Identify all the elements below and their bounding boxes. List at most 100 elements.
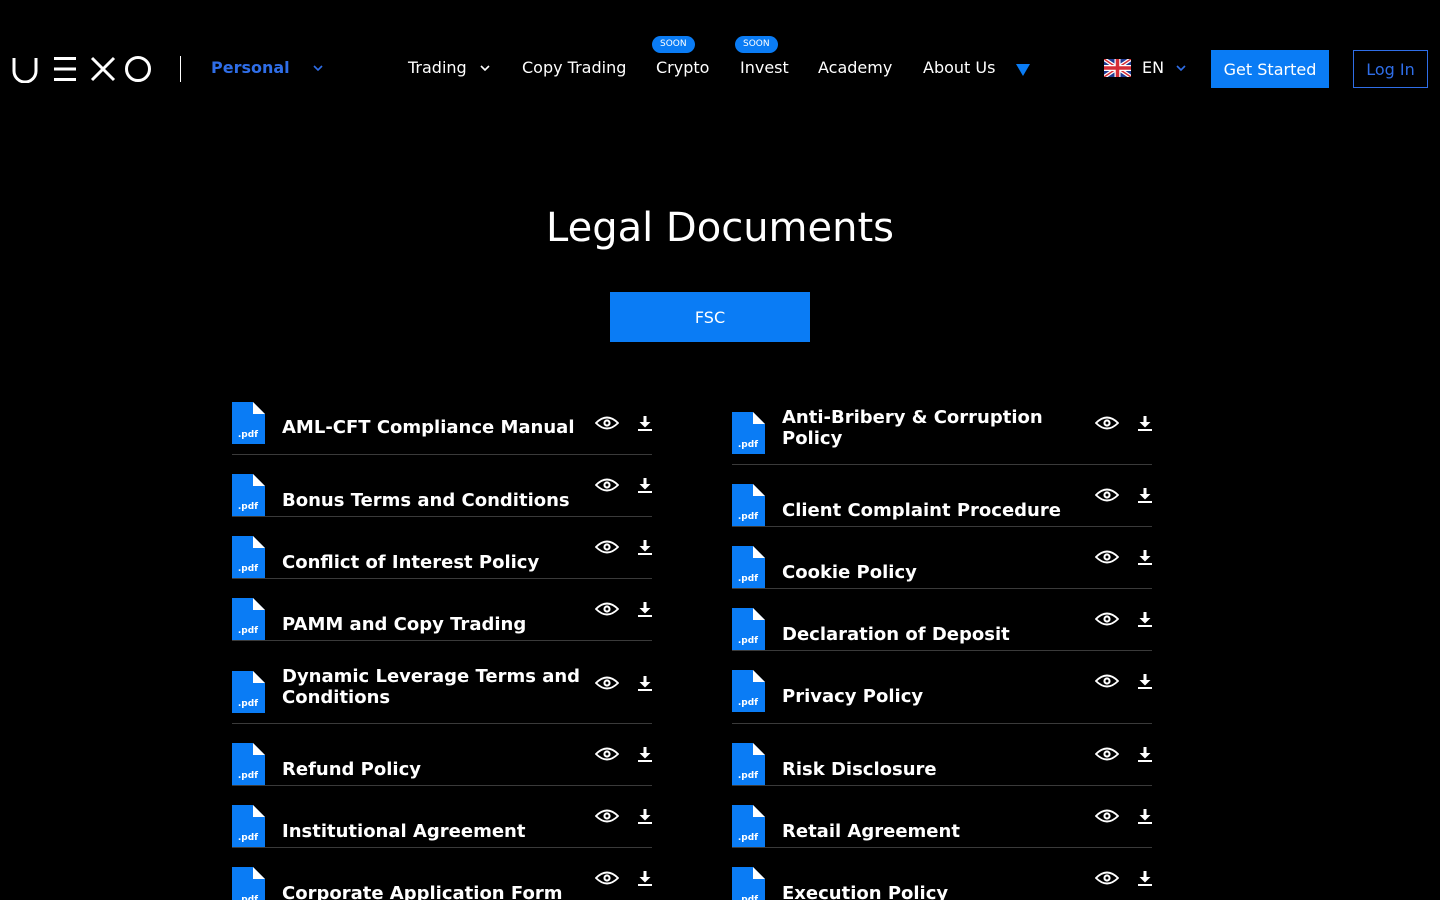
nav-academy-label: Academy [818,58,893,77]
download-icon[interactable] [1138,870,1152,886]
nav-invest[interactable]: SOON Invest [735,36,789,77]
download-icon[interactable] [1138,673,1152,689]
nav-trading[interactable]: Trading [408,58,491,77]
download-icon[interactable] [1138,746,1152,762]
document-title[interactable]: Bonus Terms and Conditions [282,490,582,511]
triangle-down-icon[interactable] [1015,63,1031,77]
pdf-file-icon: .pdf [232,805,265,847]
nav-invest-label: Invest [740,58,789,77]
document-title[interactable]: PAMM and Copy Trading [282,614,582,635]
eye-icon[interactable] [595,675,619,691]
download-icon[interactable] [1138,808,1152,824]
pdf-file-icon: .pdf [732,608,765,650]
nav-copy-trading[interactable]: Copy Trading [522,58,626,77]
document-title[interactable]: Privacy Policy [782,686,1082,707]
eye-icon[interactable] [595,808,619,824]
document-title[interactable]: Client Complaint Procedure [782,500,1082,521]
document-row: .pdf Cookie Policy [732,527,1152,589]
soon-badge: SOON [735,36,778,53]
eye-icon[interactable] [1095,746,1119,762]
eye-icon[interactable] [1095,487,1119,503]
document-title[interactable]: Risk Disclosure [782,759,1082,780]
document-title[interactable]: AML-CFT Compliance Manual [282,417,582,438]
document-row: .pdf Corporate Application Form [232,848,652,900]
eye-icon[interactable] [1095,549,1119,565]
download-icon[interactable] [638,675,652,691]
pdf-file-icon: .pdf [732,670,765,712]
get-started-button[interactable]: Get Started [1211,50,1329,88]
pdf-file-icon: .pdf [232,671,265,713]
nav-crypto-label: Crypto [656,58,710,77]
pdf-file-icon: .pdf [232,743,265,785]
pdf-file-icon: .pdf [232,474,265,516]
download-icon[interactable] [638,601,652,617]
chevron-down-icon [1175,62,1187,74]
document-title[interactable]: Anti-Bribery & Corruption Policy [782,407,1082,449]
document-title[interactable]: Execution Policy [782,883,1082,900]
nav-trading-label: Trading [408,58,467,77]
nav-academy[interactable]: Academy [818,58,892,77]
eye-icon[interactable] [595,601,619,617]
persona-label: Personal [211,58,290,77]
tab-fsc[interactable]: FSC [610,292,810,342]
persona-dropdown[interactable]: Personal [211,58,324,77]
document-row: .pdf Execution Policy [732,848,1152,900]
site-header: Personal Trading Copy Trading SOON Crypt… [0,0,1440,137]
eye-icon[interactable] [1095,808,1119,824]
svg-text:.pdf: .pdf [738,512,758,522]
document-title[interactable]: Retail Agreement [782,821,1082,842]
svg-text:.pdf: .pdf [738,895,758,900]
download-icon[interactable] [1138,487,1152,503]
nav-about-us-label: About Us [923,58,996,77]
document-title[interactable]: Conflict of Interest Policy [282,552,582,573]
nav-about-us[interactable]: About Us [923,58,995,77]
eye-icon[interactable] [1095,673,1119,689]
eye-icon[interactable] [1095,415,1119,431]
documents-left-column: .pdf AML-CFT Compliance Manual .pdf Bonus T… [232,392,652,900]
download-icon[interactable] [638,539,652,555]
document-title[interactable]: Declaration of Deposit [782,624,1082,645]
svg-text:.pdf: .pdf [238,699,258,709]
eye-icon[interactable] [595,539,619,555]
eye-icon[interactable] [595,477,619,493]
pdf-file-icon: .pdf [732,805,765,847]
eye-icon[interactable] [1095,870,1119,886]
page-title: Legal Documents [546,205,894,251]
nav-crypto[interactable]: SOON Crypto [652,36,710,77]
documents-right-column: .pdf Anti-Bribery & Corruption Policy .pdf… [732,392,1152,900]
document-title[interactable]: Corporate Application Form [282,883,582,900]
document-title[interactable]: Refund Policy [282,759,582,780]
download-icon[interactable] [1138,549,1152,565]
document-title[interactable]: Cookie Policy [782,562,1082,583]
document-row: .pdf Declaration of Deposit [732,589,1152,651]
svg-text:.pdf: .pdf [238,430,258,440]
document-row: .pdf PAMM and Copy Trading [232,579,652,641]
download-icon[interactable] [638,808,652,824]
pdf-file-icon: .pdf [232,536,265,578]
eye-icon[interactable] [595,870,619,886]
download-icon[interactable] [638,477,652,493]
eye-icon[interactable] [1095,611,1119,627]
uk-flag-icon [1104,58,1131,77]
download-icon[interactable] [638,870,652,886]
svg-text:.pdf: .pdf [238,502,258,512]
pdf-file-icon: .pdf [732,412,765,454]
download-icon[interactable] [638,415,652,431]
eye-icon[interactable] [595,415,619,431]
document-title[interactable]: Dynamic Leverage Terms and Conditions [282,666,582,708]
svg-text:.pdf: .pdf [238,626,258,636]
download-icon[interactable] [638,746,652,762]
login-button[interactable]: Log In [1353,50,1428,88]
eye-icon[interactable] [595,746,619,762]
document-row: .pdf AML-CFT Compliance Manual [232,392,652,455]
download-icon[interactable] [1138,415,1152,431]
svg-text:.pdf: .pdf [738,574,758,584]
download-icon[interactable] [1138,611,1152,627]
logo-divider [180,56,181,82]
document-title[interactable]: Institutional Agreement [282,821,582,842]
svg-text:.pdf: .pdf [238,771,258,781]
language-selector[interactable]: EN [1104,58,1187,77]
pdf-file-icon: .pdf [232,402,265,444]
pdf-file-icon: .pdf [732,743,765,785]
uexo-logo[interactable] [12,55,152,83]
